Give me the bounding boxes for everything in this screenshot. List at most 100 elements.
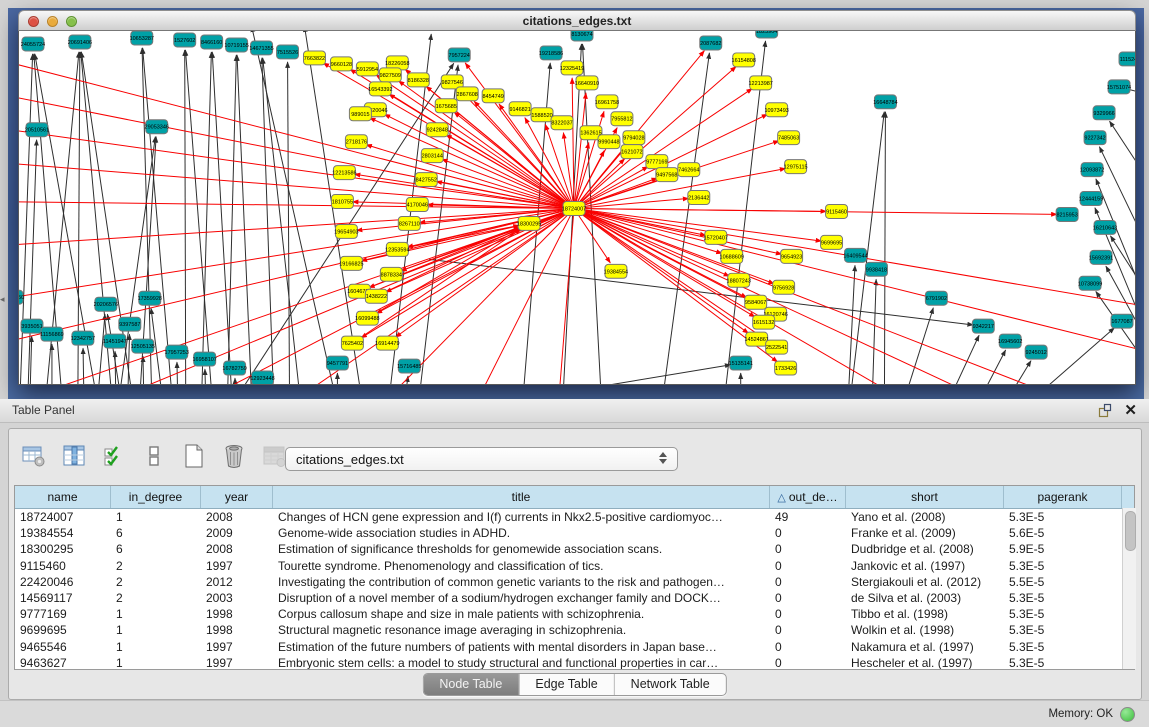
graph-node[interactable]: 16648784 [873,95,897,109]
graph-edge[interactable] [115,351,116,385]
graph-node[interactable]: 11156869 [40,327,64,341]
graph-node[interactable]: 9699695 [821,235,843,249]
graph-node[interactable]: 9827509 [379,68,401,82]
graph-node[interactable]: 16543392 [368,82,392,96]
graph-node[interactable]: 19218586 [539,46,563,60]
table-row[interactable]: 977716911998Corpus callosum shape and si… [15,606,1134,622]
graph-node[interactable]: 18300295 [517,216,541,230]
graph-edge[interactable] [663,53,710,385]
graph-edge[interactable] [185,50,211,385]
graph-node[interactable]: 7625402 [341,336,363,350]
graph-edge[interactable] [237,55,252,385]
tab-edge-table[interactable]: Edge Table [519,674,614,695]
graph-node[interactable]: 2867608 [456,87,478,101]
graph-node[interactable]: 8130674 [571,31,593,41]
graph-edge[interactable] [561,365,731,385]
graph-node[interactable]: 8186328 [407,73,429,87]
graph-node[interactable]: 12444159 [1079,192,1103,206]
graph-node[interactable]: 16099488 [355,311,379,325]
column-header-out_degree[interactable]: △out_de… [770,486,846,508]
graph-node[interactable]: 9794028 [623,131,645,145]
graph-node[interactable]: 16640910 [575,76,599,90]
graph-node[interactable]: 15751074 [1107,80,1131,94]
graph-node[interactable]: 20206576 [94,297,118,311]
graph-edge[interactable] [18,202,574,209]
graph-node[interactable]: 16914479 [375,336,399,350]
graph-node[interactable]: 8454749 [482,89,504,103]
graph-node[interactable]: 1823904 [756,31,778,38]
graph-node[interactable]: 7957224 [448,48,470,62]
graph-node[interactable]: 10719155 [224,38,248,52]
table-row[interactable]: 911546021997Tourette syndrome. Phenomeno… [15,558,1134,574]
column-header-title[interactable]: title [273,486,770,508]
graph-node[interactable]: 1677087 [1111,314,1133,328]
graph-edge[interactable] [574,114,768,208]
graph-edge[interactable] [982,350,1005,385]
graph-node[interactable]: 9777169 [646,155,668,169]
graph-edge[interactable] [228,55,237,385]
graph-edge[interactable] [884,112,885,385]
column-header-in_degree[interactable]: in_degree [111,486,201,508]
table-header-row[interactable]: namein_degreeyeartitle△out_de…shortpager… [15,486,1134,509]
graph-node[interactable]: 15720407 [704,230,728,244]
graph-node[interactable]: 9654923 [781,249,803,263]
table-row[interactable]: 2242004622012Investigating the contribut… [15,574,1134,590]
graph-node[interactable]: 3935051 [21,319,43,333]
graph-edge[interactable] [572,78,574,209]
graph-node[interactable]: 1438222 [365,289,387,303]
graph-node[interactable]: 10973493 [764,103,788,117]
graph-edge[interactable] [210,208,574,385]
graph-edge[interactable] [389,208,574,385]
network-window-titlebar[interactable]: citations_edges.txt [18,10,1136,31]
graph-node[interactable]: 8267110 [398,216,420,230]
graph-node[interactable]: 12923448 [250,371,274,385]
graph-node[interactable]: 7462664 [678,163,700,177]
graph-edge[interactable] [30,336,32,385]
graph-node[interactable]: 16958107 [192,352,216,366]
graph-node[interactable]: 1115248 [1119,52,1136,66]
graph-node[interactable]: 7485063 [778,131,800,145]
tab-node-table[interactable]: Node Table [423,674,519,695]
graph-node[interactable]: 8322037 [551,116,573,130]
graph-node[interactable]: 1615132 [753,315,775,329]
table-row[interactable]: 946554611997Estimation of the future num… [15,639,1134,655]
graph-node[interactable]: 16154808 [732,53,756,67]
graph-node[interactable]: 19384554 [604,264,628,278]
graph-node[interactable]: 16945602 [998,334,1022,348]
table-row[interactable]: 1456911722003Disruption of a novel membe… [15,590,1134,606]
graph-edge[interactable] [107,314,119,385]
graph-node[interactable]: 8215953 [1056,208,1078,222]
network-canvas[interactable]: 1872400718300295766382296601285912954182… [18,31,1136,385]
tab-network-table[interactable]: Network Table [615,674,726,695]
graph-node[interactable]: 2718176 [345,135,367,149]
graph-node[interactable]: 9242848 [426,123,448,137]
graph-node[interactable]: 12342757 [71,331,95,345]
float-panel-icon[interactable] [1098,403,1113,418]
graph-node[interactable]: 12505135 [131,339,155,353]
network-window[interactable]: citations_edges.txt 18724007183002957663… [18,10,1136,384]
graph-node[interactable]: 12325419 [560,61,584,75]
graph-edge[interactable] [252,31,336,385]
create-column-icon[interactable] [180,443,207,470]
graph-node[interactable]: 2522541 [766,340,788,354]
graph-node[interactable]: 5912954 [356,62,378,76]
table-row[interactable]: 1872400712008Changes of HCN gene express… [15,509,1134,525]
graph-edge[interactable] [574,208,1136,351]
column-header-pagerank[interactable]: pagerank [1004,486,1122,508]
graph-node[interactable]: 14671355 [249,41,273,55]
scrollbar-thumb[interactable] [1125,511,1136,551]
column-header-short[interactable]: short [846,486,1004,508]
node-table[interactable]: namein_degreeyeartitle△out_de…shortpager… [14,485,1135,670]
graph-edge[interactable] [442,159,574,208]
graph-edge[interactable] [1042,328,1114,385]
table-select-dropdown[interactable]: citations_edges.txt [285,447,678,471]
graph-node[interactable]: 16409544 [843,248,867,262]
graph-node[interactable]: 9146821 [509,102,531,116]
graph-edge[interactable] [446,135,574,209]
graph-node[interactable]: 18807243 [727,273,751,287]
show-columns-icon[interactable] [60,443,87,470]
graph-node[interactable]: 8878334 [380,267,402,281]
graph-edge[interactable] [1010,361,1031,385]
graph-node[interactable]: 9227342 [1084,131,1106,145]
graph-node[interactable]: 9397587 [119,317,141,331]
